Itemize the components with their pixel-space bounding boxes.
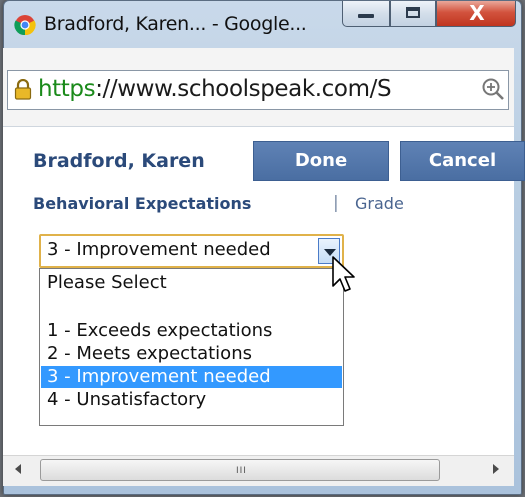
tab-grade[interactable]: Grade [355,194,404,213]
tab-behavioral-expectations[interactable]: Behavioral Expectations [33,194,251,213]
minimize-button[interactable] [342,1,390,27]
tab-separator: | [333,193,339,213]
minimize-icon [358,14,374,18]
scroll-right-icon[interactable] [493,464,499,474]
close-button[interactable]: X [436,1,516,27]
lock-icon [14,79,32,100]
url-rest: ://www.schoolspeak.com/S [95,76,392,102]
maximize-button[interactable] [390,1,436,27]
scrollbar-thumb[interactable]: III [40,459,440,481]
address-bar[interactable]: https://www.schoolspeak.com/S [7,70,509,110]
option-meets[interactable]: 2 - Meets expectations [41,343,342,365]
title-bar[interactable]: Bradford, Karen... - Google... X [4,1,521,45]
window-title: Bradford, Karen... - Google... [44,13,307,35]
url-text: https://www.schoolspeak.com/S [38,76,478,102]
option-exceeds[interactable]: 1 - Exceeds expectations [41,320,342,342]
option-blank[interactable] [41,294,342,316]
close-icon: X [469,1,485,25]
chevron-down-icon [324,249,336,256]
cancel-button[interactable]: Cancel [400,141,525,181]
select-options-list[interactable]: Please Select 1 - Exceeds expectations 2… [39,268,344,426]
option-improvement[interactable]: 3 - Improvement needed [41,366,342,388]
scroll-left-icon[interactable] [15,464,21,474]
maximize-icon [406,7,420,18]
url-scheme: https [38,76,96,102]
chrome-icon [14,15,36,36]
option-please-select[interactable]: Please Select [41,272,342,294]
zoom-icon[interactable] [481,77,505,103]
student-name: Bradford, Karen [33,150,205,172]
horizontal-scrollbar[interactable]: III [3,455,514,486]
option-unsatisfactory[interactable]: 4 - Unsatisfactory [41,389,342,411]
mouse-cursor-icon [332,256,355,292]
select-value: 3 - Improvement needed [47,239,271,260]
scrollbar-grip: III [236,466,247,476]
done-button[interactable]: Done [253,141,389,181]
rating-select[interactable]: 3 - Improvement needed [39,234,344,268]
